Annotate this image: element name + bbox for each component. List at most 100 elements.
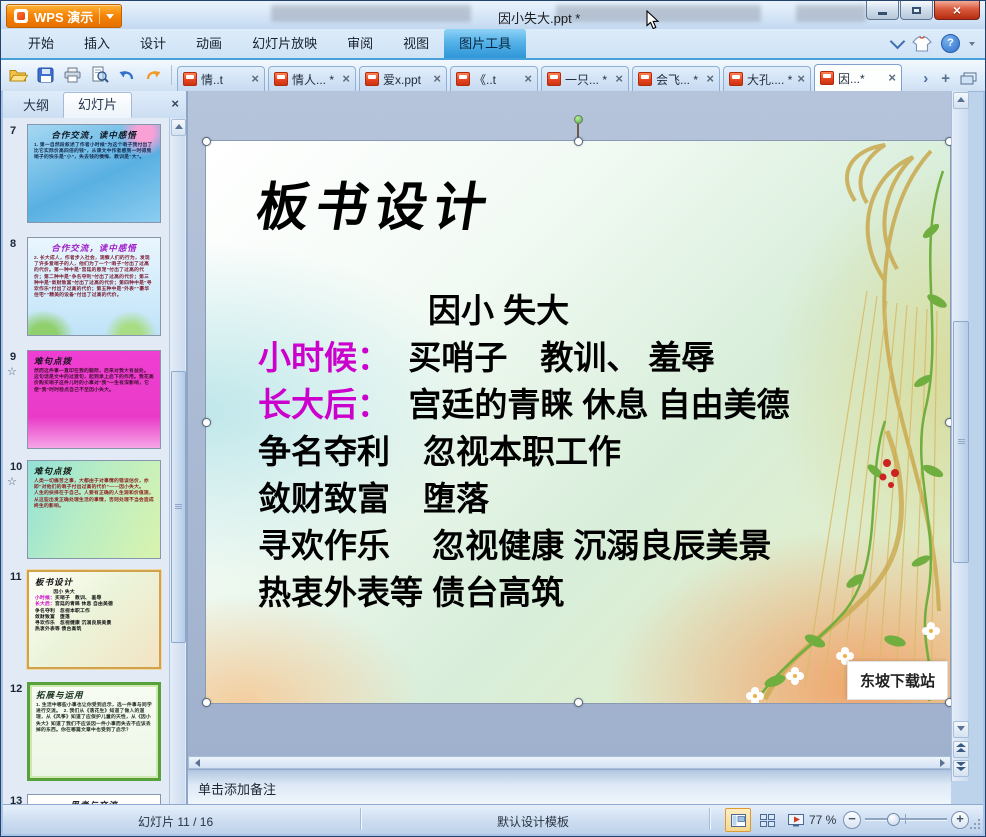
slideshow-button[interactable] xyxy=(783,808,809,832)
doc-tab-1[interactable]: 情..t × xyxy=(177,66,265,91)
close-button[interactable]: × xyxy=(934,1,980,20)
horizontal-scrollbar[interactable] xyxy=(188,756,951,769)
slide-canvas[interactable]: 板书设计 因小 失大 小时候： 买哨子 教训、 羞辱 长大后： 宫廷的青睐 休息 自… xyxy=(188,91,951,756)
menu-right-controls: ? xyxy=(889,33,975,53)
resize-handle-middle-right[interactable] xyxy=(945,418,951,427)
menu-tab-5[interactable]: 幻灯片放映 xyxy=(237,29,332,58)
undo-button[interactable] xyxy=(115,63,138,86)
scroll-down-button[interactable] xyxy=(953,721,969,738)
tab-outline[interactable]: 大纲 xyxy=(9,94,63,118)
collapse-ribbon-icon[interactable] xyxy=(889,33,906,50)
slide-thumbnail-8[interactable]: 8 合作交流，读中感悟 2. 长大成人，作者步入社会，观察人们的行为，发现了许多爱哨… xyxy=(3,237,186,338)
sidebar-scrollbar[interactable] xyxy=(169,118,186,807)
notes-pane[interactable]: 单击添加备注 xyxy=(188,769,951,807)
resize-handle-middle-left[interactable] xyxy=(202,418,211,427)
scroll-tabs-right-icon[interactable]: › xyxy=(920,70,931,87)
ppt-file-icon xyxy=(365,72,379,86)
thumbnail-image: 拓展与运用 1. 生活中哪些小事也让你受到启示，选一件事与同学进行交流。 2. 我… xyxy=(27,682,161,781)
scroll-right-button[interactable] xyxy=(935,758,949,767)
help-dropdown-icon[interactable] xyxy=(969,41,975,46)
menu-tab-6[interactable]: 审阅 xyxy=(332,29,388,58)
menu-tab-7[interactable]: 视图 xyxy=(388,29,444,58)
printer-icon xyxy=(64,67,81,82)
menu-tab-4[interactable]: 动画 xyxy=(181,29,237,58)
scrollbar-thumb[interactable] xyxy=(953,321,969,563)
resize-handle-top-center[interactable] xyxy=(574,137,583,146)
doc-tab-8[interactable]: 因...* × xyxy=(814,64,902,91)
redo-button[interactable] xyxy=(142,63,165,86)
close-tab-icon[interactable]: × xyxy=(339,72,350,85)
zoom-slider-thumb[interactable] xyxy=(887,813,900,826)
slide-thumbnail-11[interactable]: 11 板书设计 因小 失大 小时候：买哨子 教训、 羞辱 长大后：宫廷的青睐 休息 自… xyxy=(3,570,186,671)
resize-handle-top-left[interactable] xyxy=(202,137,211,146)
scroll-up-button[interactable] xyxy=(953,92,969,109)
rotate-handle[interactable] xyxy=(574,115,583,124)
close-tab-icon[interactable]: × xyxy=(521,72,532,85)
resize-handle-top-right[interactable] xyxy=(945,137,951,146)
tab-slides[interactable]: 幻灯片 xyxy=(63,92,133,118)
menu-tab-3[interactable]: 设计 xyxy=(125,29,181,58)
chevron-down-icon[interactable] xyxy=(106,13,115,19)
slide-thumbnail-10[interactable]: 10 ☆ 难句点拨 人类一切痛苦之事，大都由于对事情的错误估价，亦即“对他们的哨子付出… xyxy=(3,460,186,561)
print-button[interactable] xyxy=(61,63,84,86)
doc-tab-7[interactable]: 大孔.... * × xyxy=(723,66,811,91)
thumbnail-image: 板书设计 因小 失大 小时候：买哨子 教训、 羞辱 长大后：宫廷的青睐 休息 自由美… xyxy=(27,570,161,669)
doc-tab-2[interactable]: 情人... * × xyxy=(268,66,356,91)
slide-sorter-view-button[interactable] xyxy=(754,808,780,832)
close-tab-icon[interactable]: × xyxy=(248,72,259,85)
menu-tab-2[interactable]: 插入 xyxy=(69,29,125,58)
divider xyxy=(99,8,101,24)
zoom-in-button[interactable]: + xyxy=(951,811,969,829)
thumbnail-number: 10 xyxy=(10,461,23,473)
slide-thumbnail-9[interactable]: 9 ☆ 难句点拨 然而这件事一直印在我的脑际，后来对我大有益处。 这句话是文中的过渡句… xyxy=(3,350,186,451)
doc-tab-5[interactable]: 一只... * × xyxy=(541,66,629,91)
arrange-windows-icon[interactable] xyxy=(960,72,977,85)
window-controls: × xyxy=(865,1,980,20)
scrollbar-thumb[interactable] xyxy=(171,371,186,643)
menu-tab-1[interactable]: 开始 xyxy=(13,29,69,58)
ppt-file-icon xyxy=(274,72,288,86)
close-tab-icon[interactable]: × xyxy=(612,72,623,85)
slide-title[interactable]: 板书设计 xyxy=(252,165,500,240)
next-slide-button[interactable] xyxy=(953,760,969,777)
vertical-scrollbar[interactable] xyxy=(951,91,969,781)
animation-indicator-icon: ☆ xyxy=(7,476,17,488)
maximize-button[interactable] xyxy=(900,1,933,20)
close-tab-icon[interactable]: × xyxy=(703,72,714,85)
doc-tab-3[interactable]: 爱x.ppt × xyxy=(359,66,447,91)
minimize-button[interactable] xyxy=(866,1,899,20)
quick-toolbar: ‹ 情..t×情人... *×爱x.ppt×《..t×一只... *×会飞...… xyxy=(1,60,985,92)
wps-app-button[interactable]: WPS 演示 xyxy=(6,4,123,28)
resize-handle-bottom-left[interactable] xyxy=(202,698,211,707)
resize-handle-bottom-center[interactable] xyxy=(574,698,583,707)
current-slide[interactable]: 板书设计 因小 失大 小时候： 买哨子 教训、 羞辱 长大后： 宫廷的青睐 休息 自… xyxy=(202,115,951,707)
print-preview-button[interactable] xyxy=(88,63,111,86)
scroll-up-button[interactable] xyxy=(171,119,186,136)
close-tab-icon[interactable]: × xyxy=(885,71,896,84)
slide-text-line-2: 小时候： 买哨子 教训、 羞辱 xyxy=(258,339,715,376)
template-name[interactable]: 默认设计模板 xyxy=(497,813,569,830)
menu-tab-8[interactable]: 图片工具 xyxy=(444,29,527,58)
close-tab-icon[interactable]: × xyxy=(794,72,805,85)
slide-thumbnail-7[interactable]: 7 合作交流，读中感悟 1. 第一自然段叙述了作者小时候“为这个哨子我付出了比它实际… xyxy=(3,124,186,225)
previous-slide-button[interactable] xyxy=(953,741,969,758)
zoom-out-button[interactable]: − xyxy=(843,811,861,829)
resize-handle-bottom-right[interactable] xyxy=(945,698,951,707)
help-icon[interactable]: ? xyxy=(941,34,960,53)
doc-tab-4[interactable]: 《..t × xyxy=(450,66,538,91)
new-tab-icon[interactable]: + xyxy=(941,70,950,87)
open-button[interactable] xyxy=(7,63,30,86)
normal-view-icon xyxy=(730,813,746,827)
resize-grip[interactable] xyxy=(968,817,980,829)
normal-view-button[interactable] xyxy=(725,808,751,832)
save-button[interactable] xyxy=(34,63,57,86)
doc-tab-6[interactable]: 会飞... * × xyxy=(632,66,720,91)
slide-body[interactable]: 因小 失大 小时候： 买哨子 教训、 羞辱 长大后： 宫廷的青睐 休息 自由美德 争名… xyxy=(258,287,790,616)
thumbnail-list: 7 合作交流，读中感悟 1. 第一自然段叙述了作者小时候“为这个哨子我付出了比它实际… xyxy=(3,118,186,807)
slide-thumbnail-12[interactable]: 12 拓展与运用 1. 生活中哪些小事也让你受到启示，选一件事与同学进行交流。 2.… xyxy=(3,682,186,783)
scroll-left-button[interactable] xyxy=(190,758,204,767)
skin-shirt-icon[interactable] xyxy=(912,35,932,52)
zoom-slider-track[interactable] xyxy=(865,818,947,820)
close-tab-icon[interactable]: × xyxy=(430,72,441,85)
close-panel-icon[interactable]: × xyxy=(171,96,179,111)
